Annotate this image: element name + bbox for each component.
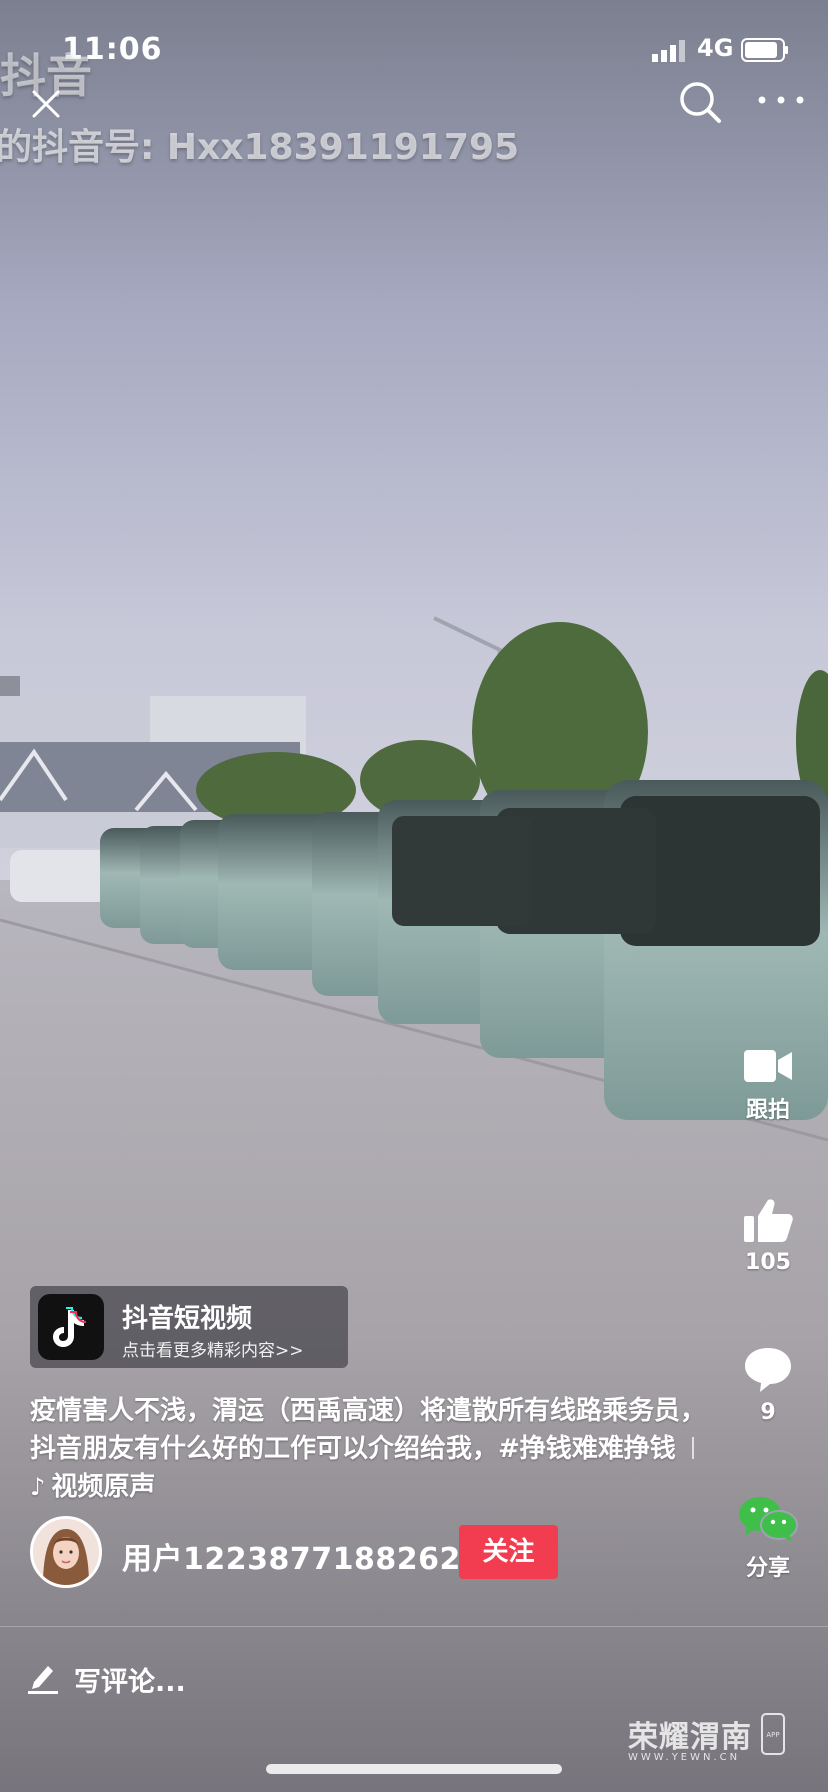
home-indicator[interactable] xyxy=(266,1764,562,1774)
brand-watermark: 荣耀渭南 WWW.YEWN.CN APP xyxy=(628,1712,788,1772)
video-camera-icon xyxy=(744,1050,792,1082)
comment-icon xyxy=(745,1348,791,1392)
caption-separator xyxy=(691,1437,694,1459)
signal-icon xyxy=(652,40,685,62)
comment-input[interactable]: 写评论... xyxy=(28,1656,528,1700)
app-card-subtitle: 点击看更多精彩内容>> xyxy=(122,1341,304,1361)
divider xyxy=(0,1626,828,1627)
follow-button[interactable]: 关注 xyxy=(459,1525,558,1579)
music-link[interactable]: ♪ 视频原声 xyxy=(30,1472,155,1502)
douyin-app-card[interactable]: 抖音短视频 点击看更多精彩内容>> xyxy=(30,1286,348,1368)
phone-app-icon: APP xyxy=(761,1713,785,1755)
avatar[interactable] xyxy=(30,1516,102,1588)
duet-label: 跟拍 xyxy=(745,1098,790,1123)
more-icon[interactable] xyxy=(756,88,806,112)
share-button[interactable]: 分享 xyxy=(708,1494,828,1582)
author-row: 用户1223877188262 关注 xyxy=(30,1516,690,1590)
thumbs-up-icon xyxy=(744,1199,793,1242)
search-icon[interactable] xyxy=(676,78,724,126)
brand-name: 荣耀渭南 xyxy=(628,1720,752,1755)
like-button[interactable]: 105 xyxy=(708,1196,828,1275)
phone-app-label: APP xyxy=(766,1731,779,1739)
battery-icon xyxy=(741,38,788,62)
close-icon[interactable] xyxy=(24,82,68,126)
like-count: 105 xyxy=(745,1250,791,1275)
douyin-watermark-account: 的抖音号: Hxx18391191795 xyxy=(0,127,520,168)
brand-url: WWW.YEWN.CN xyxy=(628,1752,741,1763)
music-label: 视频原声 xyxy=(51,1472,156,1502)
duet-button[interactable]: 跟拍 xyxy=(708,1046,828,1124)
douyin-app-icon xyxy=(38,1294,104,1360)
comment-button[interactable]: 9 xyxy=(708,1344,828,1425)
video-caption: 疫情害人不浅，渭运（西禹高速）将遣散所有线路乘务员，抖音朋友有什么好的工作可以介… xyxy=(30,1392,710,1506)
author-name[interactable]: 用户1223877188262 xyxy=(122,1534,461,1578)
caption-text: 疫情害人不浅，渭运（西禹高速）将遣散所有线路乘务员，抖音朋友有什么好的工作可以介… xyxy=(30,1396,707,1464)
comment-placeholder: 写评论... xyxy=(74,1667,186,1698)
music-note-icon: ♪ xyxy=(30,1473,46,1501)
wechat-icon xyxy=(739,1497,798,1542)
comment-count: 9 xyxy=(760,1400,776,1425)
app-card-title: 抖音短视频 xyxy=(122,1304,253,1334)
network-type: 4G xyxy=(697,34,734,62)
share-label: 分享 xyxy=(745,1556,790,1581)
pen-icon xyxy=(28,1666,58,1694)
